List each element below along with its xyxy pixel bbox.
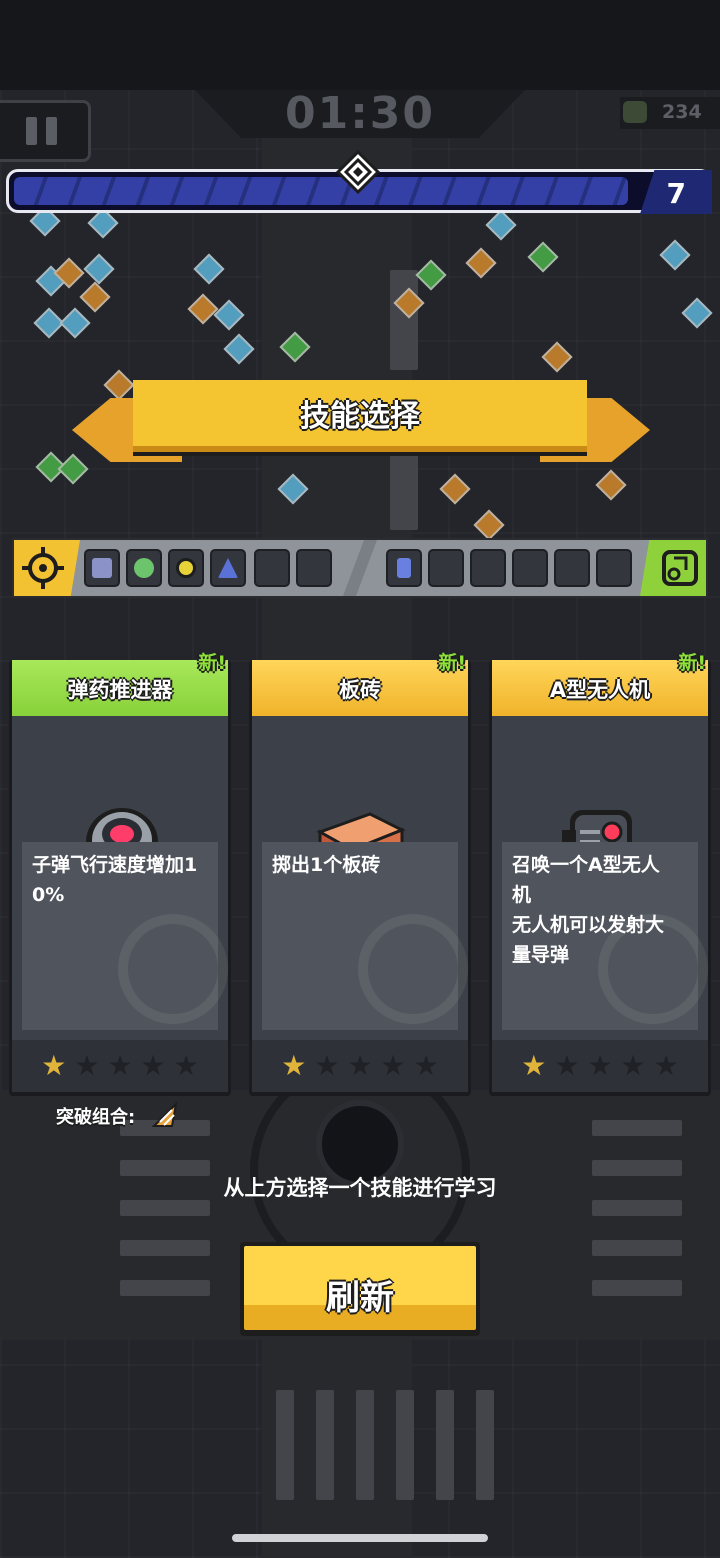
passive-slot-5 xyxy=(554,549,590,587)
breakthrough-label: 突破组合: xyxy=(56,1107,136,1128)
passive-slot-1 xyxy=(386,549,422,587)
kill-count: 234 xyxy=(662,101,702,123)
active-slot-1 xyxy=(84,549,120,587)
launcher-icon xyxy=(92,558,112,578)
cone-icon xyxy=(218,558,238,578)
home-indicator[interactable] xyxy=(232,1534,488,1542)
active-slot-5 xyxy=(254,549,290,587)
passive-slot-3 xyxy=(470,549,506,587)
instruction-text: 从上方选择一个技能进行学习 xyxy=(223,1176,497,1200)
card-header: A型无人机 新! xyxy=(492,652,708,716)
star-rating: ★ ★ ★ ★ ★ xyxy=(252,1040,468,1092)
skill-card-drone[interactable]: A型无人机 新! 召唤一个A型无人 机 无人机可以发射大 量导弹 ★ ★ ★ ★… xyxy=(489,652,711,1096)
xp-bar-fill xyxy=(14,177,628,205)
pause-icon xyxy=(46,117,57,145)
star-icon: ★ xyxy=(74,1049,100,1082)
card-description: 掷出1个板砖 xyxy=(272,854,381,876)
card-description-box: 子弹飞行速度增加1 0% xyxy=(22,842,228,1030)
zombie-head-icon xyxy=(623,101,647,123)
active-slot-3 xyxy=(168,549,204,587)
battery-icon xyxy=(397,558,411,578)
card-header: 板砖 新! xyxy=(252,652,468,716)
pause-icon xyxy=(26,117,37,145)
star-icon: ★ xyxy=(107,1049,133,1082)
star-rating: ★ ★ ★ ★ ★ xyxy=(12,1040,228,1092)
star-icon: ★ xyxy=(554,1049,580,1082)
pause-button[interactable] xyxy=(0,100,91,162)
ball-icon xyxy=(134,558,154,578)
card-title: A型无人机 xyxy=(549,678,651,702)
star-rating: ★ ★ ★ ★ ★ xyxy=(492,1040,708,1092)
card-header: 弹药推进器 新! xyxy=(12,652,228,716)
skill-card-brick[interactable]: 板砖 新! 掷出1个板砖 ★ ★ ★ ★ ★ xyxy=(249,652,471,1096)
card-title: 板砖 xyxy=(339,678,381,702)
passive-skills-tab xyxy=(640,540,706,596)
title-banner: 技能选择 xyxy=(133,380,587,452)
new-badge: 新! xyxy=(678,652,706,674)
crosshair-watermark-icon xyxy=(598,914,708,1024)
game-timer: 01:30 xyxy=(284,88,436,139)
star-icon: ★ xyxy=(140,1049,166,1082)
card-body: 召唤一个A型无人 机 无人机可以发射大 量导弹 xyxy=(492,716,708,1040)
star-icon: ★ xyxy=(347,1049,373,1082)
xp-diamond-icon xyxy=(336,150,380,194)
star-icon: ★ xyxy=(281,1049,307,1082)
card-description-box: 召唤一个A型无人 机 无人机可以发射大 量导弹 xyxy=(502,842,708,1030)
refresh-button[interactable]: 刷新 xyxy=(240,1242,480,1336)
card-body: 掷出1个板砖 xyxy=(252,716,468,1040)
star-icon: ★ xyxy=(587,1049,613,1082)
chip-watermark-icon xyxy=(118,914,228,1024)
star-icon: ★ xyxy=(41,1049,67,1082)
star-icon: ★ xyxy=(314,1049,340,1082)
star-icon: ★ xyxy=(173,1049,199,1082)
card-title: 弹药推进器 xyxy=(67,678,173,702)
card-description: 子弹飞行速度增加1 0% xyxy=(32,854,198,906)
star-icon: ★ xyxy=(620,1049,646,1082)
active-slot-4 xyxy=(210,549,246,587)
crosshair-watermark-icon xyxy=(358,914,468,1024)
refresh-button-face: 刷新 xyxy=(244,1246,476,1330)
level-number: 7 xyxy=(666,177,686,210)
card-description-box: 掷出1个板砖 xyxy=(262,842,468,1030)
passive-slot-2 xyxy=(428,549,464,587)
crosshair-icon xyxy=(22,547,64,589)
target-ring-icon xyxy=(176,558,196,578)
new-badge: 新! xyxy=(438,652,466,674)
passive-slot-4 xyxy=(512,549,548,587)
card-body: 子弹飞行速度增加1 0% xyxy=(12,716,228,1040)
drill-icon[interactable] xyxy=(150,1100,180,1130)
star-icon: ★ xyxy=(521,1049,547,1082)
page-title: 技能选择 xyxy=(300,399,420,434)
refresh-label: 刷新 xyxy=(326,1278,394,1318)
star-icon: ★ xyxy=(413,1049,439,1082)
passive-slot-6 xyxy=(596,549,632,587)
skill-card-ammo-thruster[interactable]: 弹药推进器 新! 子弹飞行速度增加1 0% ★ ★ ★ ★ ★ xyxy=(9,652,231,1096)
active-slot-2 xyxy=(126,549,162,587)
star-icon: ★ xyxy=(653,1049,679,1082)
new-badge: 新! xyxy=(198,652,226,674)
active-slot-6 xyxy=(296,549,332,587)
chip-icon xyxy=(662,550,698,586)
star-icon: ★ xyxy=(380,1049,406,1082)
active-skills-tab xyxy=(14,540,80,596)
